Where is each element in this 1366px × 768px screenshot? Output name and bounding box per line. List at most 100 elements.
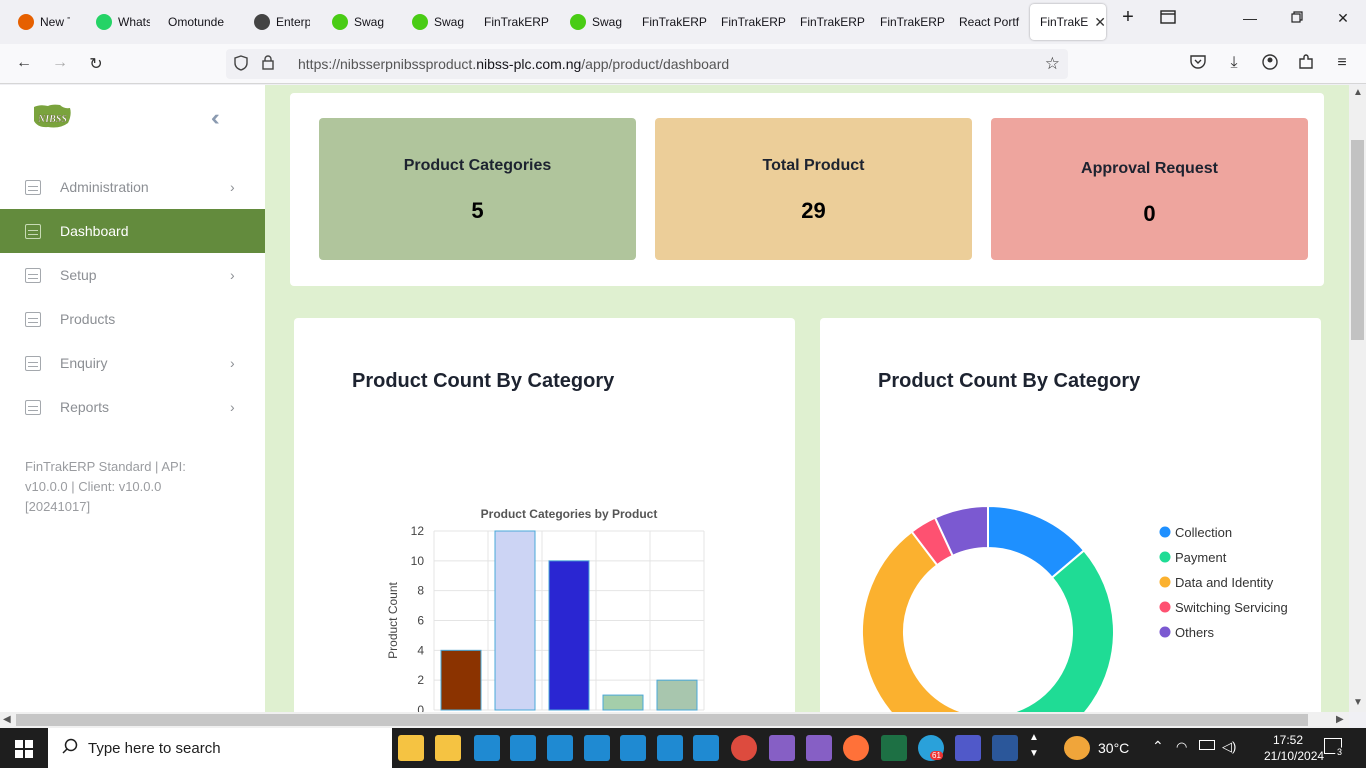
sidebar-item-reports[interactable]: Reports ›	[0, 385, 265, 429]
browser-tab[interactable]: FinTrakERP	[711, 4, 787, 40]
forward-icon[interactable]: →	[49, 54, 71, 72]
sidebar-item-dashboard[interactable]: Dashboard	[0, 209, 265, 253]
menu-item-icon	[25, 399, 41, 415]
browser-tab[interactable]: Whats	[86, 4, 150, 40]
tab-favicon-icon	[570, 14, 586, 30]
show-hidden-icons-icon[interactable]: ▲ ▼	[1029, 730, 1039, 762]
scroll-down-arrow-icon[interactable]: ▼	[1353, 697, 1363, 708]
menu-item-icon	[25, 355, 41, 371]
tray-chevron-icon[interactable]: ⌃	[1152, 738, 1164, 755]
sidebar-item-enquiry[interactable]: Enquiry ›	[0, 341, 265, 385]
wifi-icon[interactable]: ◠	[1176, 739, 1187, 755]
browser-tab[interactable]: Swagg	[402, 4, 464, 40]
account-icon[interactable]	[1259, 54, 1281, 75]
excel-icon[interactable]	[881, 735, 907, 761]
scroll-right-arrow-icon[interactable]: ▶	[1336, 714, 1344, 725]
bar[interactable]	[656, 679, 698, 711]
bar[interactable]	[440, 649, 482, 711]
url-bar[interactable]: https://nibsserpnibssproduct.nibss-plc.c…	[226, 49, 1068, 79]
browser-tab[interactable]: Swagg	[322, 4, 384, 40]
weather-icon[interactable]	[1064, 736, 1090, 760]
sidebar-item-setup[interactable]: Setup ›	[0, 253, 265, 297]
vertical-scroll-thumb[interactable]	[1351, 140, 1364, 340]
vertical-scrollbar[interactable]: ▲ ▼	[1349, 85, 1366, 712]
sidebar-item-products[interactable]: Products	[0, 297, 265, 341]
browser-tab[interactable]: Swagg	[560, 4, 622, 40]
tab-favicon-icon	[412, 14, 428, 30]
file-explorer-icon[interactable]	[398, 735, 424, 761]
donut-slice[interactable]	[948, 549, 1115, 712]
stats-panel: Product Categories 5 Total Product 29 Ap…	[290, 93, 1324, 286]
minimize-button[interactable]: —	[1240, 10, 1260, 26]
visual-studio-icon[interactable]	[769, 735, 795, 761]
y-tick-label: 4	[417, 643, 424, 657]
horizontal-scrollbar[interactable]: ◀ ▶	[0, 712, 1349, 728]
tab-list-icon[interactable]	[1158, 10, 1178, 27]
scroll-up-arrow-icon[interactable]: ▲	[1353, 87, 1363, 98]
browser-tab[interactable]: FinTrakERP	[474, 4, 550, 40]
browser-tab[interactable]: New Ta	[8, 4, 70, 40]
browser-tab[interactable]: Enterp	[244, 4, 310, 40]
browser-tab[interactable]: FinTrakERP	[870, 4, 946, 40]
pocket-icon[interactable]	[1187, 54, 1209, 74]
file-explorer-icon[interactable]	[435, 735, 461, 761]
vscode-icon[interactable]	[474, 735, 500, 761]
reload-icon[interactable]: ↻	[85, 54, 107, 74]
firefox-icon[interactable]	[843, 735, 869, 761]
sidebar-item-label: Administration	[60, 179, 149, 195]
restore-button[interactable]	[1287, 10, 1307, 26]
bar[interactable]	[602, 694, 644, 711]
lock-icon[interactable]	[262, 55, 276, 73]
vscode-icon[interactable]	[510, 735, 536, 761]
word-icon[interactable]	[992, 735, 1018, 761]
chrome-icon[interactable]	[731, 735, 757, 761]
windows-start-icon[interactable]	[15, 740, 33, 763]
weather-temp[interactable]: 30°C	[1098, 740, 1129, 756]
browser-tab[interactable]: Omotunde	[158, 4, 230, 40]
legend-label[interactable]: Switching Servicing	[1175, 600, 1288, 615]
legend-label[interactable]: Data and Identity	[1175, 575, 1274, 590]
vscode-icon[interactable]	[584, 735, 610, 761]
vscode-icon[interactable]	[620, 735, 646, 761]
y-tick-label: 12	[411, 524, 425, 538]
downloads-icon[interactable]: ⤓	[1223, 54, 1245, 72]
menu-item-icon	[25, 179, 41, 195]
nibss-logo[interactable]: NIBSS	[30, 103, 74, 131]
browser-tab[interactable]: React Portf	[949, 4, 1025, 40]
vscode-icon[interactable]	[693, 735, 719, 761]
close-tab-icon[interactable]: ✕	[1094, 14, 1106, 31]
scroll-left-arrow-icon[interactable]: ◀	[3, 714, 11, 725]
vscode-icon[interactable]	[657, 735, 683, 761]
volume-icon[interactable]: ◁)	[1222, 739, 1236, 755]
vscode-icon[interactable]	[547, 735, 573, 761]
close-window-button[interactable]: ✕	[1333, 10, 1353, 27]
sidebar: NIBSS ‹‹ Administration › Dashboard Setup › P…	[0, 85, 265, 712]
clock[interactable]: 17:52 21/10/2024	[1264, 732, 1324, 764]
battery-icon[interactable]	[1199, 740, 1215, 750]
back-icon[interactable]: ←	[13, 54, 35, 72]
taskbar-search[interactable]: Type here to search	[48, 728, 392, 768]
browser-tab[interactable]: FinTrakERP	[632, 4, 708, 40]
legend-label[interactable]: Payment	[1175, 550, 1227, 565]
shield-icon[interactable]	[234, 54, 250, 74]
notifications-icon[interactable]: 3	[1324, 738, 1345, 757]
browser-tab[interactable]: FinTrakE ✕	[1030, 4, 1106, 40]
browser-tab[interactable]: FinTrakERP	[790, 4, 866, 40]
collapse-sidebar-icon[interactable]: ‹‹	[211, 105, 219, 131]
extensions-icon[interactable]	[1295, 54, 1317, 75]
tab-favicon-icon	[18, 14, 34, 30]
visual-studio-icon[interactable]	[806, 735, 832, 761]
legend-label[interactable]: Others	[1175, 625, 1215, 640]
menu-icon[interactable]: ≡	[1331, 54, 1353, 72]
stat-card-product-categories: Product Categories 5	[319, 118, 636, 260]
sidebar-item-administration[interactable]: Administration ›	[0, 165, 265, 209]
horizontal-scroll-thumb[interactable]	[16, 714, 1308, 726]
new-tab-button[interactable]: +	[1118, 6, 1138, 29]
teams-icon[interactable]	[955, 735, 981, 761]
bookmark-star-icon[interactable]: ☆	[1045, 54, 1060, 74]
legend-label[interactable]: Collection	[1175, 525, 1232, 540]
telegram-icon[interactable]: 61	[918, 735, 944, 761]
bar[interactable]	[548, 560, 590, 711]
bar[interactable]	[494, 530, 536, 711]
sidebar-item-label: Dashboard	[60, 223, 129, 239]
